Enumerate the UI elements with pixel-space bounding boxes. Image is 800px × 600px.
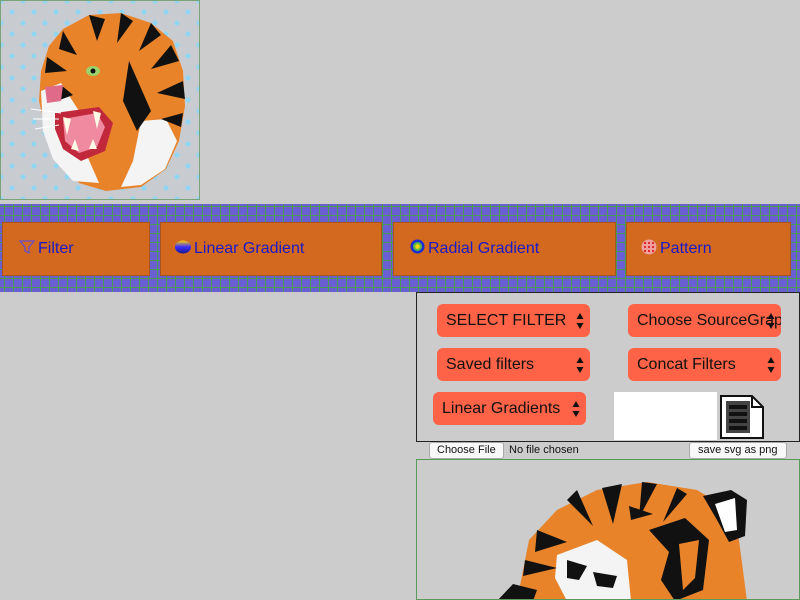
tab-bar: Filter Linear Gradient Radial Gradient P… [0,204,800,292]
tab-linear-gradient[interactable]: Linear Gradient [160,222,382,276]
tab-filter-label: Filter [38,240,74,257]
radial-gradient-icon [410,239,425,259]
choose-file-button[interactable]: Choose File [429,442,504,459]
saved-filters-dropdown[interactable]: Saved filters [437,348,590,381]
saved-filters-value: Saved filters [446,355,535,373]
pattern-icon [641,239,657,260]
linear-gradient-icon [175,240,191,259]
tab-radial-gradient[interactable]: Radial Gradient [393,222,616,276]
concat-filters-value: Concat Filters [637,355,736,373]
concat-filters-dropdown[interactable]: Concat Filters [628,348,781,381]
choose-source-graphic-value: Choose SourceGraphic [637,311,781,329]
select-arrows-icon [767,313,775,329]
tab-filter[interactable]: Filter [2,222,150,276]
tab-radial-gradient-label: Radial Gradient [428,240,540,257]
select-filter-dropdown[interactable]: SELECT FILTER [437,304,590,337]
save-svg-as-png-button[interactable]: save svg as png [689,442,787,459]
linear-gradients-value: Linear Gradients [442,399,561,417]
filter-funnel-icon [18,239,36,260]
select-arrows-icon [572,401,580,417]
svg-canvas[interactable] [416,459,800,600]
gradient-preview-swatch [614,392,717,440]
tiger-preview [0,0,200,200]
choose-source-graphic-dropdown[interactable]: Choose SourceGraphic [628,304,781,337]
controls-panel: SELECT FILTER Choose SourceGraphic Saved… [416,292,800,442]
tiger-canvas-image [498,482,747,599]
select-arrows-icon [576,313,584,329]
select-arrows-icon [576,357,584,373]
tab-linear-gradient-label: Linear Gradient [194,240,305,257]
linear-gradients-dropdown[interactable]: Linear Gradients [433,392,586,425]
select-arrows-icon [767,357,775,373]
tab-pattern[interactable]: Pattern [626,222,791,276]
file-status-text: No file chosen [509,444,579,456]
tiger-preview-image [30,13,185,191]
select-filter-value: SELECT FILTER [446,311,567,329]
tab-pattern-label: Pattern [660,240,712,257]
document-list-icon[interactable] [718,395,764,439]
